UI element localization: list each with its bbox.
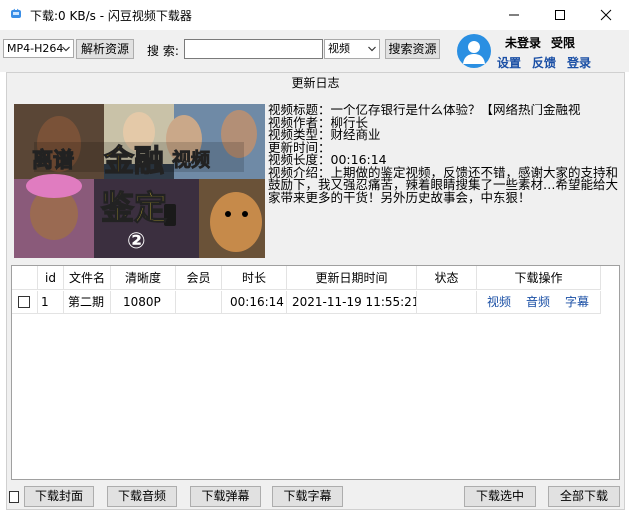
format-select[interactable]: MP4-H264 [3, 39, 74, 58]
download-audio-button[interactable]: 下载音频 [107, 486, 177, 507]
login-status: 未登录 [505, 36, 542, 50]
header-member: 会员 [176, 266, 222, 290]
title-bar: 下载:0 KB/s - 闪豆视频下载器 [0, 0, 629, 30]
download-audio-link[interactable]: 音频 [526, 291, 550, 313]
thumb-caption-1: 离谱 [32, 148, 74, 172]
avatar[interactable] [457, 34, 491, 68]
video-info: 视频标题：一个亿存银行是什么体验？【网络热门金融视 视频作者：柳行长 视频类型：… [268, 104, 623, 236]
thumb-caption-5: ② [127, 229, 146, 254]
thumb-caption-4: 鉴定 [100, 188, 167, 227]
row-quality: 1080P [111, 291, 176, 314]
header-select-cell [12, 266, 38, 290]
header-duration: 时长 [222, 266, 287, 290]
user-icon [463, 41, 485, 64]
search-button[interactable]: 搜索资源 [385, 39, 440, 59]
minimize-icon [509, 14, 519, 16]
download-all-button[interactable]: 全部下载 [548, 486, 620, 507]
close-icon [600, 9, 612, 21]
download-table: id 文件名 清晰度 会员 时长 更新日期时间 状态 下载操作 1 第二期 10… [11, 265, 620, 480]
close-button[interactable] [583, 0, 629, 30]
video-thumbnail: 离谱 金融 视频 鉴定 ② [14, 104, 265, 258]
row-checkbox[interactable] [18, 296, 30, 308]
thumbnail-image: 离谱 金融 视频 鉴定 ② [14, 104, 265, 258]
video-intro: 视频介绍：上期做的鉴定视频，反馈还不错，感谢大家的支持和鼓励下，我又强忍痛苦，辣… [268, 164, 619, 205]
download-subtitle-link[interactable]: 字幕 [565, 291, 589, 313]
download-video-link[interactable]: 视频 [487, 291, 511, 313]
search-label: 搜 索: [147, 44, 179, 58]
download-selected-button[interactable]: 下载选中 [464, 486, 536, 507]
download-danmaku-button[interactable]: 下载弹幕 [190, 486, 261, 507]
search-type-select[interactable]: 视频 [324, 39, 380, 59]
row-member [176, 291, 222, 314]
header-status: 状态 [417, 266, 477, 290]
download-cover-button[interactable]: 下载封面 [24, 486, 94, 507]
row-select-cell [12, 291, 38, 314]
search-input[interactable] [184, 39, 323, 59]
header-updated: 更新日期时间 [287, 266, 417, 290]
minimize-button[interactable] [491, 0, 537, 30]
app-icon [11, 8, 21, 18]
chevron-down-icon [368, 46, 376, 52]
header-filename: 文件名 [64, 266, 111, 290]
search-type-value: 视频 [328, 42, 350, 55]
chevron-down-icon [62, 46, 70, 52]
row-updated: 2021-11-19 11:55:21 [287, 291, 417, 314]
tab-changelog[interactable]: 更新日志 [6, 72, 625, 94]
select-all-checkbox[interactable] [9, 491, 19, 503]
thumb-caption-2: 金融 [103, 144, 164, 179]
maximize-icon [555, 10, 565, 20]
feedback-link[interactable]: 反馈 [532, 54, 556, 71]
download-subtitle-button[interactable]: 下载字幕 [272, 486, 343, 507]
header-quality: 清晰度 [111, 266, 176, 290]
row-duration: 00:16:14 [222, 291, 287, 314]
format-select-value: MP4-H264 [7, 42, 64, 55]
row-id: 1 [38, 291, 64, 314]
row-status [417, 291, 477, 314]
account-status: 受限 [551, 36, 576, 50]
maximize-button[interactable] [537, 0, 583, 30]
row-filename: 第二期 [64, 291, 111, 314]
parse-button[interactable]: 解析资源 [76, 39, 134, 59]
window-title: 下载:0 KB/s - 闪豆视频下载器 [30, 9, 192, 23]
settings-link[interactable]: 设置 [497, 54, 521, 71]
login-link[interactable]: 登录 [567, 54, 591, 71]
thumb-caption-3: 视频 [172, 148, 210, 171]
header-download-ops: 下载操作 [477, 266, 601, 290]
header-id: id [38, 266, 64, 290]
row-ops: 视频 音频 字幕 [477, 291, 601, 314]
